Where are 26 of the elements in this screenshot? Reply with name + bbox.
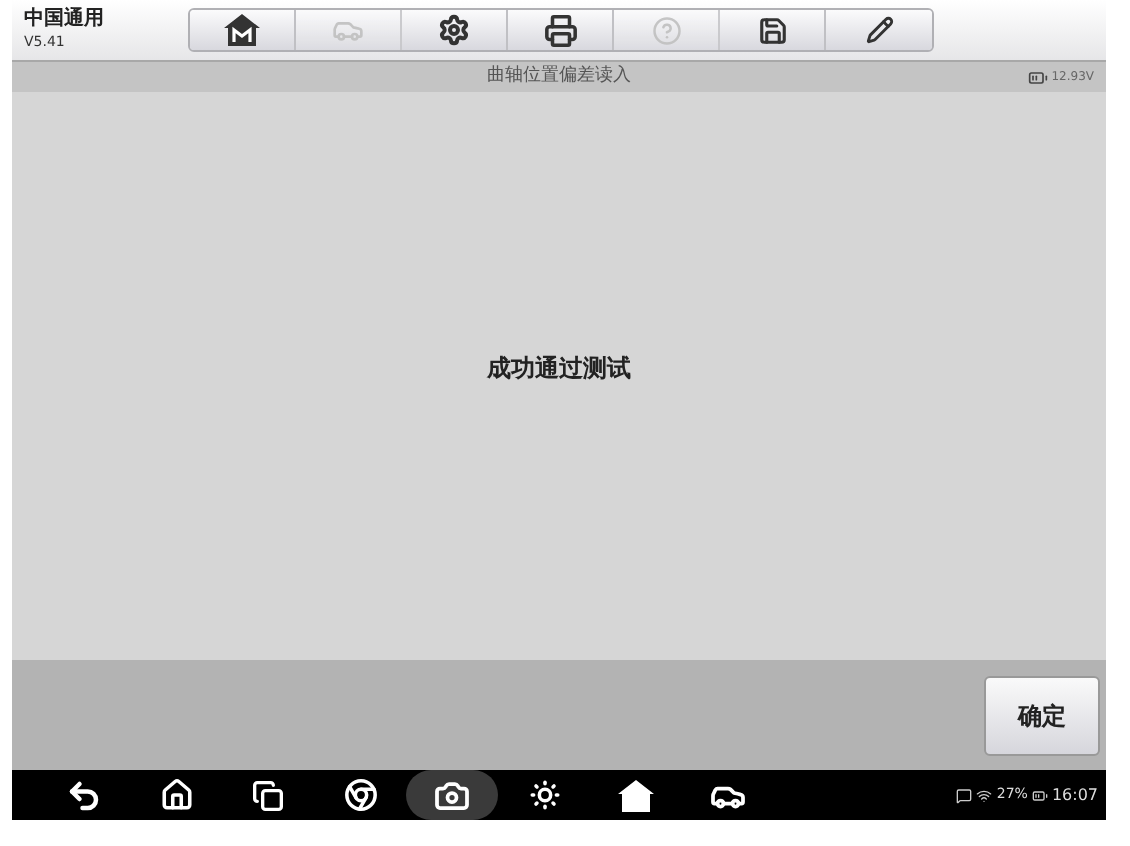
pencil-icon [865,16,893,44]
toolbar-button[interactable] [402,10,508,50]
app-title: 中国通用 [24,10,106,30]
toolbar-button[interactable] [720,10,826,50]
save-icon [757,15,787,45]
printer-icon [543,13,577,47]
help-icon [651,15,681,45]
battery-icon [1027,67,1048,87]
browser-icon [343,778,377,812]
clock: 16:07 [1051,783,1098,807]
message-icon [956,787,973,803]
toolbar-button[interactable] [508,10,614,50]
home-icon [159,778,193,812]
settings-icon [438,14,470,46]
nav-button[interactable] [406,770,498,820]
brightness-icon [527,778,561,812]
back-icon [66,777,102,813]
confirm-button[interactable]: 确定 [984,675,1100,755]
battery-icon [1031,787,1048,803]
wifi-icon [976,787,993,803]
recents-icon [252,779,284,811]
toolbar-button[interactable] [190,10,296,50]
camera-icon [434,777,470,813]
screen-title: 曲轴位置偏差读入 [487,68,631,86]
toolbar-button[interactable] [826,10,932,50]
result-message: 成功通过测试 [487,352,631,386]
